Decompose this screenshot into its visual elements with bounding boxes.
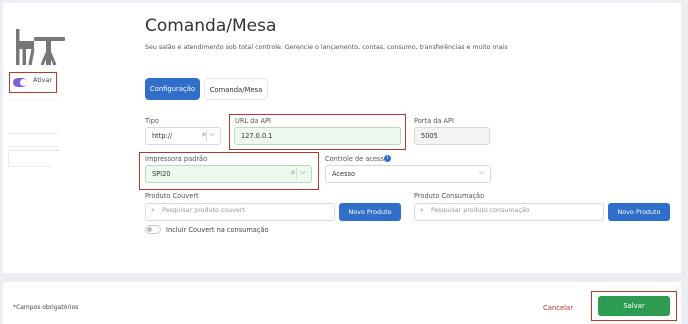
url-api-value: 127.0.0.1 (241, 132, 273, 140)
tipo-value: http:// (152, 132, 173, 140)
save-button[interactable]: Salvar (598, 296, 670, 316)
porta-api-label: Porta da API (414, 117, 454, 125)
impressora-select[interactable]: SPI20 (145, 165, 312, 183)
info-icon[interactable]: i (384, 155, 391, 162)
chevron-down-icon[interactable]: ⌵ (209, 130, 214, 139)
chevron-down-icon[interactable]: ⌵ (300, 168, 305, 177)
controle-acesso-select[interactable]: Acesso (325, 165, 491, 183)
clear-icon[interactable]: ✕ (290, 169, 296, 177)
tipo-label: Tipo (145, 117, 159, 125)
url-api-input[interactable]: 127.0.0.1 (234, 127, 401, 145)
activate-label: Ativar (33, 76, 53, 84)
chevron-down-icon[interactable]: ⌵ (479, 168, 484, 177)
tab-comanda-mesa[interactable]: Comanda/Mesa (204, 78, 268, 100)
page-subtitle: Seu salão e atendimento sob total contro… (145, 44, 508, 51)
divider (8, 100, 60, 101)
cancel-button[interactable]: Cancelar (543, 304, 573, 312)
required-fields-note: *Campos obrigatórios (13, 304, 79, 311)
search-icon: ⌕ (420, 206, 424, 214)
footer-bar (3, 282, 681, 324)
toggle-knob (20, 79, 27, 86)
toggle-knob (147, 227, 152, 232)
impressora-label: Impressora padrão (145, 155, 208, 163)
select-separator (296, 168, 297, 180)
produto-consumacao-label: Produto Consumação (414, 192, 485, 200)
select-separator (206, 130, 207, 142)
search-icon: ⌕ (151, 206, 155, 214)
novo-produto-consumacao-button[interactable]: Novo Produto (608, 203, 670, 221)
divider (8, 133, 58, 134)
divider (8, 150, 60, 151)
tab-configuracao[interactable]: Configuração (145, 78, 200, 100)
url-api-label: URL da API (235, 117, 271, 125)
produto-couvert-placeholder: Pesquisar produto couvert (162, 207, 245, 214)
produto-consumacao-placeholder: Pesquisar produto consumação (431, 207, 530, 214)
divider (8, 166, 52, 167)
incluir-couvert-label: Incluir Couvert na consumação (166, 226, 269, 234)
divider (8, 150, 9, 166)
chair-table-icon (16, 29, 65, 66)
produto-couvert-label: Produto Couvert (145, 192, 199, 200)
novo-produto-couvert-button[interactable]: Novo Produto (339, 203, 401, 221)
divider (8, 146, 58, 147)
porta-api-value: 5005 (421, 132, 438, 140)
controle-acesso-value: Acesso (332, 170, 355, 178)
porta-api-input[interactable]: 5005 (414, 127, 490, 145)
page-title: Comanda/Mesa (145, 16, 277, 36)
controle-acesso-label: Controle de acesso (325, 155, 388, 163)
impressora-value: SPI20 (152, 170, 171, 178)
